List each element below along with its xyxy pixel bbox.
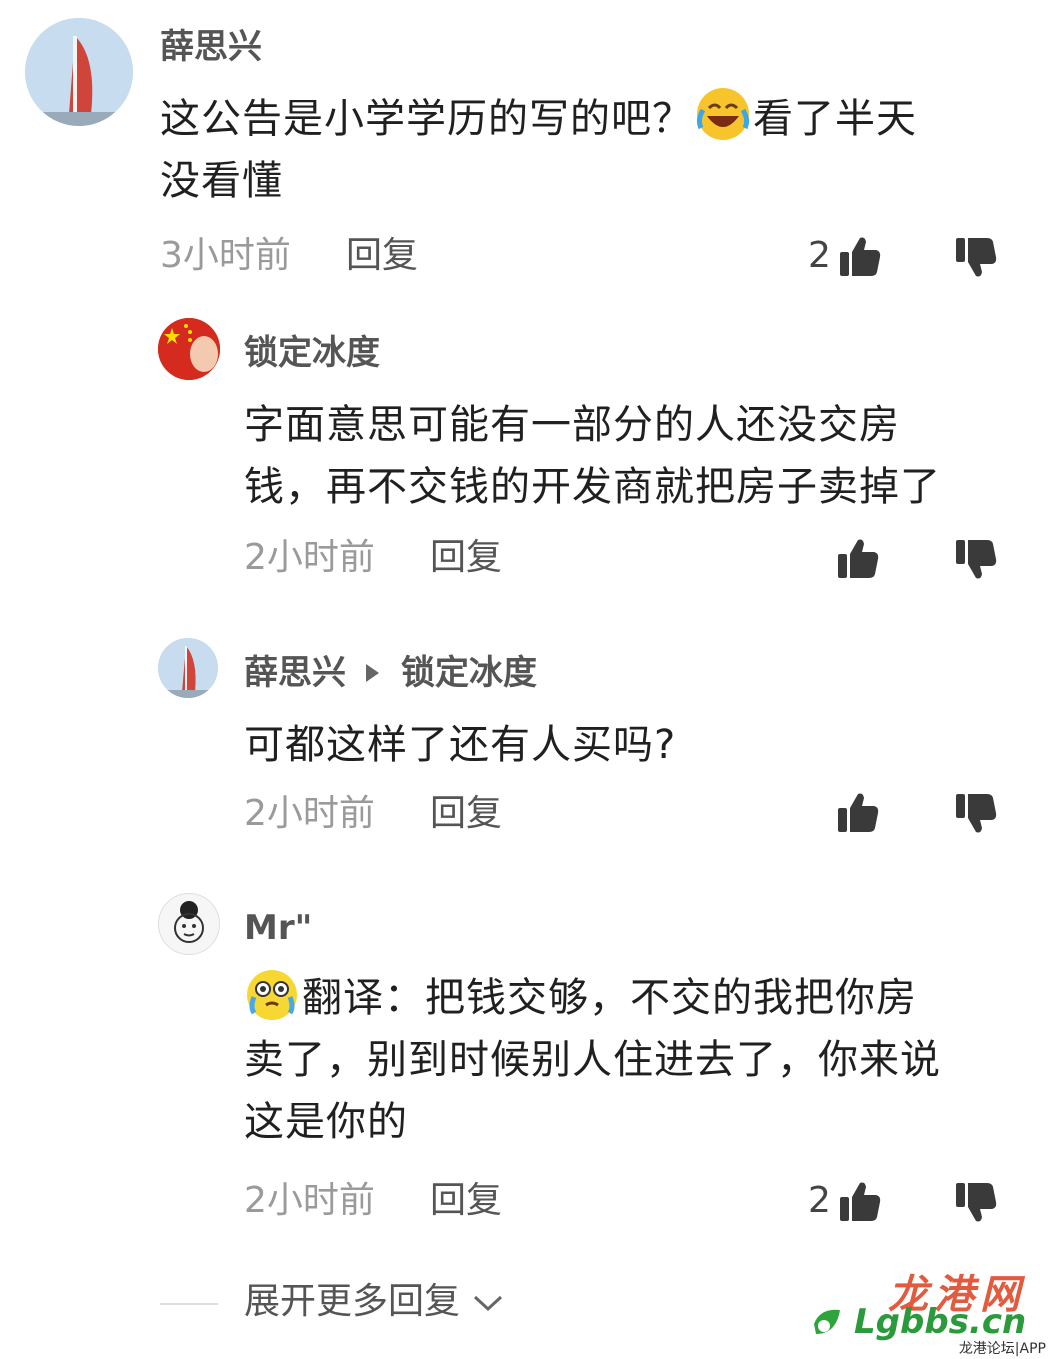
avatar[interactable]: [158, 893, 220, 955]
username[interactable]: 锁定冰度: [244, 336, 380, 370]
reply-button[interactable]: 回复: [346, 238, 418, 274]
reply-header: 薛思兴 锁定冰度: [244, 656, 537, 690]
timestamp: 2小时前: [244, 537, 375, 578]
comment-text: 可都这样了还有人买吗?: [244, 722, 677, 768]
reply-item: Mr" 翻译：把钱交够，不交的我把你房 卖了，别到时候别人住进去了，你来说 这是…: [0, 885, 1058, 1255]
like-icon[interactable]: [838, 234, 882, 278]
avatar[interactable]: [158, 638, 218, 698]
watermark: 龙港网 Lgbbs.cn 龙港论坛|APP: [800, 1262, 1050, 1357]
username[interactable]: 薛思兴: [244, 653, 346, 693]
expand-more-label[interactable]: 展开更多回复: [244, 1284, 505, 1320]
timestamp: 3小时前: [160, 235, 291, 276]
dislike-icon[interactable]: [954, 792, 998, 836]
comment-item: 薛思兴 这公告是小学学历的写的吧？ 看了半天 没看懂 3小时前 回复 2: [0, 0, 1058, 290]
like-icon[interactable]: [838, 1179, 882, 1223]
divider: [160, 1303, 218, 1305]
laughing-emoji-icon: [696, 88, 750, 140]
timestamp: 2小时前: [244, 793, 375, 834]
reply-to-username[interactable]: 锁定冰度: [401, 653, 537, 693]
like-icon[interactable]: [836, 790, 880, 834]
reply-button[interactable]: 回复: [430, 796, 502, 832]
reply-button[interactable]: 回复: [430, 540, 502, 576]
avatar[interactable]: [25, 18, 133, 126]
reply-item: 薛思兴 锁定冰度 可都这样了还有人买吗? 2小时前 回复: [0, 630, 1058, 860]
username[interactable]: Mr": [244, 911, 312, 945]
like-count: 2: [808, 235, 831, 276]
leaf-icon: [814, 1309, 840, 1334]
like-count: 2: [808, 1180, 831, 1221]
dislike-icon[interactable]: [954, 1181, 998, 1225]
reply-item: 锁定冰度 字面意思可能有一部分的人还没交房 钱，再不交钱的开发商就把房子卖掉了 …: [0, 310, 1058, 600]
reply-arrow-icon: [366, 663, 379, 682]
chevron-down-icon: [474, 1295, 503, 1312]
watermark-subtitle: 龙港论坛|APP: [958, 1341, 1046, 1357]
reply-button[interactable]: 回复: [430, 1183, 502, 1219]
comment-text: 这公告是小学学历的写的吧？ 看了半天 没看懂: [160, 86, 917, 212]
username[interactable]: 薛思兴: [160, 30, 262, 64]
timestamp: 2小时前: [244, 1180, 375, 1221]
crying-emoji-icon: [247, 970, 297, 1020]
avatar[interactable]: [158, 318, 220, 380]
like-icon[interactable]: [836, 536, 880, 580]
dislike-icon[interactable]: [954, 236, 998, 280]
comment-text: 字面意思可能有一部分的人还没交房 钱，再不交钱的开发商就把房子卖掉了: [244, 402, 941, 510]
dislike-icon[interactable]: [954, 538, 998, 582]
comment-text: 翻译：把钱交够，不交的我把你房 卖了，别到时候别人住进去了，你来说 这是你的: [244, 965, 941, 1153]
